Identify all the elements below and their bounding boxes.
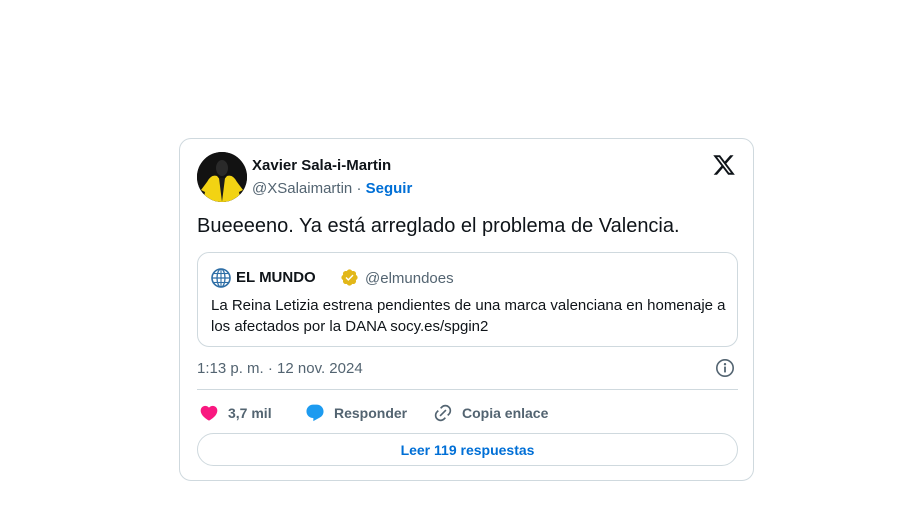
quoted-author-handle: @elmundoes — [365, 270, 454, 287]
x-logo-icon[interactable] — [712, 153, 736, 177]
heart-icon — [200, 405, 218, 421]
quoted-tweet[interactable]: EL MUNDO @elmundoes La Reina Letizia est… — [197, 252, 738, 347]
link-icon — [434, 404, 452, 422]
globe-icon — [211, 268, 231, 288]
tweet-text: Bueeeeno. Ya está arreglado el problema … — [197, 215, 680, 237]
like-count: 3,7 mil — [228, 405, 272, 421]
reply-label: Responder — [334, 405, 408, 421]
author-avatar[interactable] — [197, 152, 247, 202]
handle-separator: · — [356, 180, 362, 197]
reply-button[interactable]: Responder — [305, 401, 407, 425]
speech-bubble-icon — [306, 404, 324, 422]
author-handle[interactable]: @XSalaimartin — [252, 180, 352, 197]
verified-badge-icon — [340, 268, 359, 287]
read-replies-label: Leer 119 respuestas — [400, 441, 535, 458]
copy-link-button[interactable]: Copia enlace — [433, 401, 548, 425]
info-icon[interactable] — [715, 358, 735, 378]
author-avatar-image — [197, 152, 247, 202]
quoted-author-name: EL MUNDO — [236, 269, 316, 286]
tweet-timestamp[interactable]: 1:13 p. m. · 12 nov. 2024 — [197, 360, 363, 377]
read-replies-button[interactable]: Leer 119 respuestas — [197, 433, 738, 466]
author-name[interactable]: Xavier Sala-i-Martin — [252, 157, 391, 174]
divider — [197, 389, 738, 390]
follow-button[interactable]: Seguir — [366, 180, 413, 197]
author-handle-line: @XSalaimartin · Seguir — [252, 180, 412, 197]
embedded-tweet-card: Xavier Sala-i-Martin @XSalaimartin · Seg… — [179, 138, 754, 481]
like-button[interactable]: 3,7 mil — [199, 401, 272, 425]
quoted-tweet-text: La Reina Letizia estrena pendientes de u… — [211, 297, 726, 335]
copy-link-label: Copia enlace — [462, 405, 549, 421]
